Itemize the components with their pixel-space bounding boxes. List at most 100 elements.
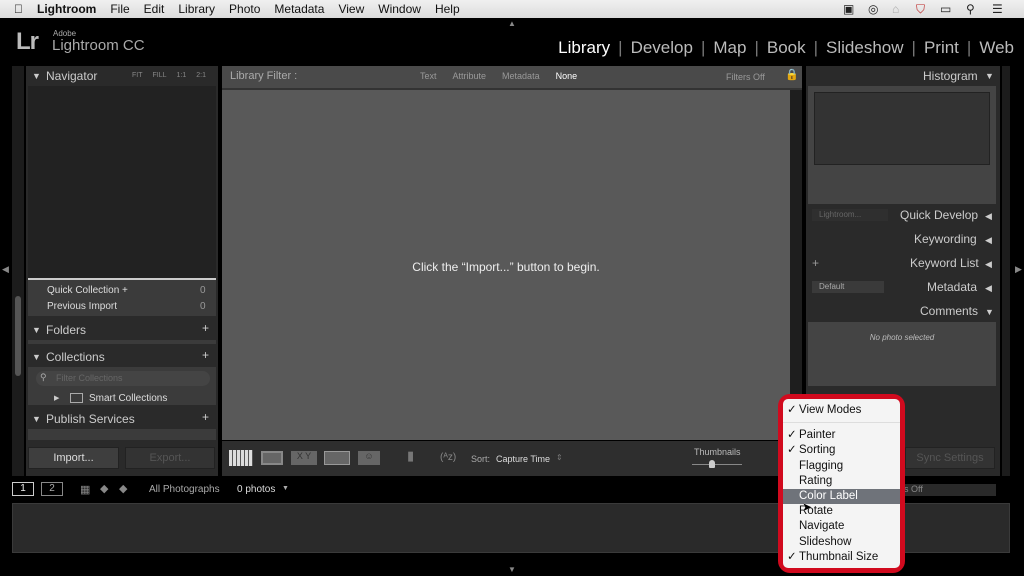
loupe-view-icon[interactable] xyxy=(261,451,283,465)
grid-view-icon[interactable] xyxy=(229,450,253,466)
zoom-1-1[interactable]: 1:1 xyxy=(177,72,187,79)
thumbnail-slider-handle[interactable] xyxy=(709,460,715,468)
folders-expand-icon[interactable]: ▼ xyxy=(32,325,41,335)
creative-cloud-icon[interactable]: ◎ xyxy=(868,2,878,16)
left-scrollbar[interactable] xyxy=(15,296,21,376)
collections-expand-icon[interactable]: ▼ xyxy=(32,352,41,362)
quick-develop-expand-icon[interactable]: ◀ xyxy=(985,211,992,222)
module-develop[interactable]: Develop xyxy=(631,38,693,58)
filter-presets-dropdown[interactable]: Filters Off xyxy=(726,72,765,82)
forward-arrow-icon[interactable]: ◆ xyxy=(119,482,127,495)
menu-view[interactable]: View xyxy=(338,2,364,16)
menu-item-color-label[interactable]: Color Label xyxy=(783,488,900,505)
sort-label: Sort: xyxy=(471,454,491,464)
metadata-expand-icon[interactable]: ◀ xyxy=(985,283,992,294)
photo-count-dropdown[interactable]: 0 photos xyxy=(237,484,275,495)
menu-metadata[interactable]: Metadata xyxy=(274,2,324,16)
histogram-collapse-icon[interactable]: ▼ xyxy=(985,71,994,81)
sort-dropdown[interactable]: Capture Time xyxy=(496,454,550,464)
collapse-bottom-icon[interactable]: ▼ xyxy=(508,565,516,574)
import-button[interactable]: Import... xyxy=(28,447,119,469)
right-scroll-track[interactable] xyxy=(1002,66,1010,476)
menu-window[interactable]: Window xyxy=(378,2,421,16)
secondary-window-button[interactable]: 2 xyxy=(41,482,63,496)
zoom-fill[interactable]: FILL xyxy=(153,72,167,79)
collapse-left-icon[interactable]: ◀ xyxy=(2,264,9,275)
filter-tab-text[interactable]: Text xyxy=(420,71,437,81)
module-library[interactable]: Library xyxy=(558,38,610,58)
filter-tab-metadata[interactable]: Metadata xyxy=(502,71,540,81)
navigator-expand-icon[interactable]: ▼ xyxy=(32,71,41,81)
zoom-fit[interactable]: FIT xyxy=(132,72,143,79)
compare-view-icon[interactable]: X Y xyxy=(291,451,317,465)
menu-library[interactable]: Library xyxy=(178,2,215,16)
menu-app[interactable]: Lightroom xyxy=(37,2,96,16)
filmstrip-source[interactable]: All Photographs xyxy=(149,484,220,495)
main-window-button[interactable]: 1 xyxy=(12,482,34,496)
export-button[interactable]: Export... xyxy=(125,447,215,469)
filter-tab-none[interactable]: None xyxy=(556,71,578,81)
menu-item-rating[interactable]: Rating xyxy=(783,474,900,489)
menu-photo[interactable]: Photo xyxy=(229,2,260,16)
module-map[interactable]: Map xyxy=(713,38,746,58)
collapse-right-icon[interactable]: ▶ xyxy=(1015,264,1022,275)
filter-tab-attribute[interactable]: Attribute xyxy=(453,71,487,81)
menu-item-rotate[interactable]: Rotate xyxy=(783,504,900,519)
painter-spray-can-icon[interactable]: ▮ xyxy=(407,448,414,464)
menu-item-slideshow[interactable]: Slideshow xyxy=(783,535,900,550)
keywording-expand-icon[interactable]: ◀ xyxy=(985,235,992,246)
menu-item-sorting[interactable]: ✓ Sorting xyxy=(783,443,900,458)
folders-title: Folders xyxy=(46,323,87,337)
catalog-quick-collection[interactable]: Quick Collection + xyxy=(47,285,128,296)
expand-icon[interactable]: ▶ xyxy=(54,394,59,402)
lock-icon[interactable]: 🔒 xyxy=(785,68,799,81)
menu-file[interactable]: File xyxy=(110,2,129,16)
filter-collections-input[interactable]: ⚲ Filter Collections xyxy=(36,371,210,386)
saved-preset-dropdown[interactable]: Lightroom... xyxy=(812,209,888,221)
search-icon[interactable]: ⚲ xyxy=(966,2,975,16)
add-keyword-icon[interactable]: + xyxy=(812,256,819,270)
menu-item-thumbnail-size[interactable]: ✓ Thumbnail Size xyxy=(783,550,900,565)
menu-item-painter[interactable]: ✓ Painter xyxy=(783,428,900,443)
menu-item-view-modes[interactable]: ✓ View Modes xyxy=(783,403,900,418)
menu-help[interactable]: Help xyxy=(435,2,460,16)
apple-icon[interactable]:  xyxy=(14,2,23,16)
module-book[interactable]: Book xyxy=(767,38,806,58)
quick-develop-title: Quick Develop xyxy=(900,208,979,222)
grid-icon[interactable]: ▦ xyxy=(80,483,90,496)
survey-view-icon[interactable] xyxy=(324,451,350,465)
publish-expand-icon[interactable]: ▼ xyxy=(32,414,41,424)
toolbar-context-menu: ✓ View Modes ✓ Painter ✓ Sorting Flagging Ratin… xyxy=(778,394,905,573)
display-icon[interactable]: ▭ xyxy=(940,2,951,16)
people-view-icon[interactable]: ☺ xyxy=(358,451,380,465)
back-arrow-icon[interactable]: ◆ xyxy=(100,482,108,495)
metadata-preset-dropdown[interactable]: Default xyxy=(812,281,884,293)
sync-settings-button[interactable]: Sync Settings xyxy=(905,447,995,469)
keyword-list-expand-icon[interactable]: ◀ xyxy=(985,259,992,270)
grid-scrollbar[interactable] xyxy=(790,90,802,440)
menu-item-navigate[interactable]: Navigate xyxy=(783,519,900,534)
add-publish-icon[interactable]: + xyxy=(202,410,209,424)
catalog-previous-import[interactable]: Previous Import xyxy=(47,301,117,312)
notification-center-icon[interactable]: ☰ xyxy=(992,2,1003,16)
menu-edit[interactable]: Edit xyxy=(144,2,165,16)
module-web[interactable]: Web xyxy=(979,38,1014,58)
menu-item-label: Painter xyxy=(799,429,836,442)
thumbnail-size-slider[interactable] xyxy=(692,464,742,465)
menu-item-flagging[interactable]: Flagging xyxy=(783,459,900,474)
add-collection-icon[interactable]: + xyxy=(202,348,209,362)
sort-direction-icon[interactable]: (ᴬz) xyxy=(440,452,456,463)
navigator-preview xyxy=(28,86,216,278)
add-folder-icon[interactable]: + xyxy=(202,321,209,335)
collapse-top-icon[interactable]: ▲ xyxy=(508,19,516,28)
facetime-icon[interactable]: ▣ xyxy=(843,2,854,16)
menu-item-label: Slideshow xyxy=(799,535,852,548)
smart-collections[interactable]: Smart Collections xyxy=(89,393,167,404)
zoom-2-1[interactable]: 2:1 xyxy=(196,72,206,79)
comments-collapse-icon[interactable]: ▼ xyxy=(985,307,994,317)
module-slideshow[interactable]: Slideshow xyxy=(826,38,904,58)
home-icon[interactable]: ⌂ xyxy=(892,2,899,16)
lightroom-logo: Lr xyxy=(16,28,39,55)
module-print[interactable]: Print xyxy=(924,38,959,58)
mcafee-icon[interactable]: ⛉ xyxy=(916,2,925,17)
